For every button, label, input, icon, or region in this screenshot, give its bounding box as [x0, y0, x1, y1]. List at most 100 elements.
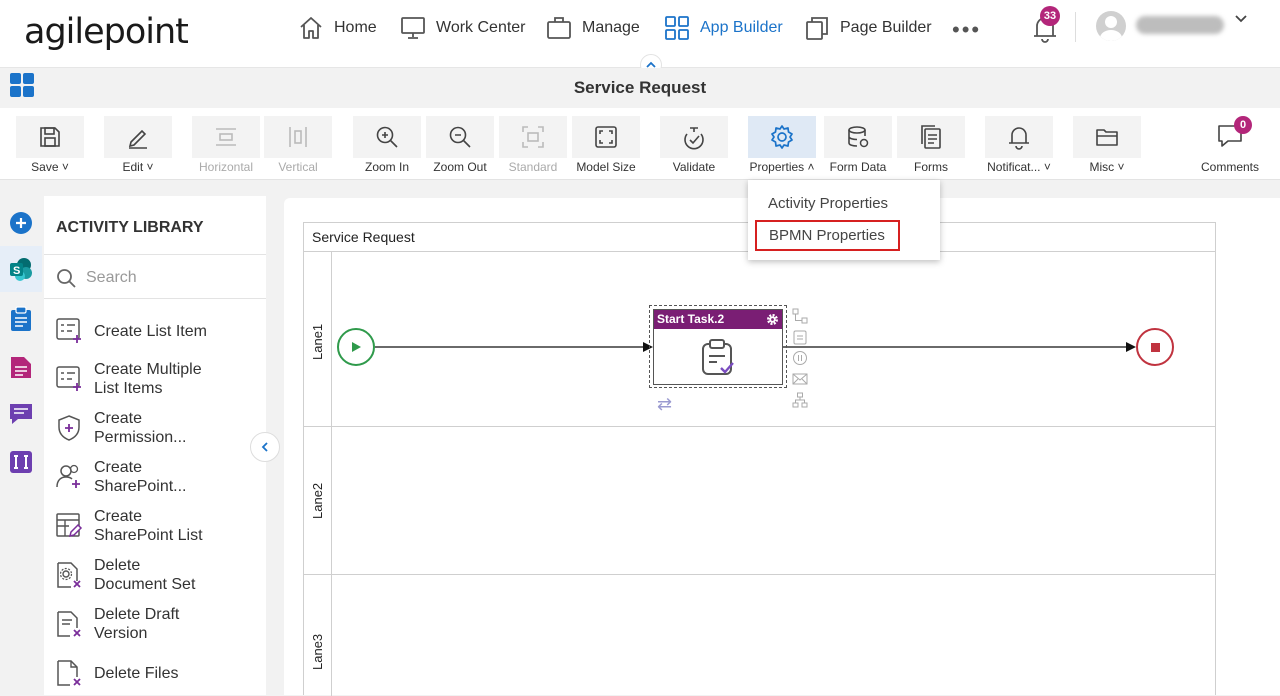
properties-dropdown-menu: Activity Properties BPMN Properties: [748, 180, 940, 260]
menu-item-bpmn-properties[interactable]: BPMN Properties: [755, 220, 900, 251]
bpmn-pool[interactable]: Service Request Lane1 Lane2 Lane3: [303, 222, 1216, 696]
zoom-out-button[interactable]: Zoom Out: [426, 116, 494, 176]
library-item-label: Delete Draft Version: [94, 606, 180, 642]
horizontal-button[interactable]: Horizontal: [192, 116, 260, 176]
notification-count-badge: 33: [1040, 6, 1060, 26]
library-item-label: Delete Files: [94, 664, 179, 682]
chevron-down-icon: ˅: [1043, 160, 1051, 174]
library-item-create-list-item[interactable]: Create List Item: [54, 316, 214, 346]
lane-2[interactable]: Lane2: [304, 427, 1215, 575]
swap-arrows-icon[interactable]: ⇄: [657, 394, 672, 415]
search-icon: [57, 269, 76, 288]
search-input[interactable]: Search: [86, 269, 137, 287]
library-item-delete-document-set[interactable]: Delete Document Set: [54, 556, 214, 594]
start-task-activity[interactable]: Start Task.2: [653, 309, 783, 385]
menu-item-activity-properties[interactable]: Activity Properties: [768, 195, 888, 212]
nav-manage[interactable]: Manage: [546, 14, 640, 42]
edit-button[interactable]: Edit ˅: [104, 116, 172, 176]
briefcase-icon: [547, 17, 571, 39]
vertical-label: Vertical: [278, 160, 318, 174]
model-size-icon: [595, 126, 617, 148]
nav-home[interactable]: Home: [298, 14, 377, 42]
nav-manage-label: Manage: [582, 19, 640, 36]
user-name-redacted[interactable]: [1136, 16, 1224, 34]
model-size-button[interactable]: Model Size: [572, 116, 640, 176]
pause-icon[interactable]: [792, 350, 808, 366]
library-item-create-multiple-list-items[interactable]: Create Multiple List Items: [54, 360, 214, 398]
nav-work-center-label: Work Center: [436, 19, 526, 36]
hierarchy-icon[interactable]: [792, 392, 808, 408]
users-add-icon: [56, 464, 80, 488]
save-label: Save: [31, 160, 59, 174]
gear-icon[interactable]: [766, 313, 779, 326]
lane-3[interactable]: Lane3: [304, 575, 1215, 696]
task-header: Start Task.2: [654, 310, 782, 329]
comments-label: Comments: [1200, 160, 1259, 174]
library-item-create-sharepoint-list[interactable]: Create SharePoint List: [54, 507, 214, 545]
library-item-create-sharepoint[interactable]: Create SharePoint...: [54, 458, 214, 496]
clipboard-icon[interactable]: [8, 306, 34, 332]
mail-icon[interactable]: [792, 371, 808, 387]
user-avatar[interactable]: [1096, 11, 1126, 41]
sharepoint-icon[interactable]: S: [8, 256, 34, 282]
notifications-button[interactable]: Notificat... ˅: [985, 116, 1053, 176]
chat-icon[interactable]: [8, 401, 34, 427]
start-event[interactable]: [337, 328, 375, 366]
zoom-in-button[interactable]: Zoom In: [353, 116, 421, 176]
end-event[interactable]: [1136, 328, 1174, 366]
more-menu-button[interactable]: •••: [952, 17, 981, 43]
nav-app-builder[interactable]: App Builder: [664, 14, 783, 42]
nav-work-center[interactable]: Work Center: [400, 14, 526, 42]
agilepoint-logo[interactable]: agilepoint: [24, 12, 189, 52]
vertical-button[interactable]: Vertical: [264, 116, 332, 176]
document-icon[interactable]: [8, 354, 34, 380]
table-edit-icon: [56, 513, 83, 538]
chevron-left-icon: [261, 442, 268, 452]
grid-icon: [665, 16, 689, 40]
chevron-down-icon: ˅: [61, 160, 69, 174]
library-divider: [44, 254, 266, 255]
forms-button[interactable]: Forms: [897, 116, 965, 176]
top-navigation: agilepoint Home Work Center Manage App B…: [0, 0, 1280, 68]
chevron-down-icon: ˅: [1117, 160, 1125, 174]
list-add-icon: [56, 366, 81, 391]
user-menu-chevron-icon[interactable]: [1234, 12, 1248, 29]
nav-page-builder[interactable]: Page Builder: [804, 14, 932, 42]
properties-button[interactable]: Properties ˄: [748, 116, 816, 176]
doc-gear-delete-icon: [57, 562, 81, 588]
nav-divider: [1075, 12, 1076, 42]
library-search[interactable]: Search: [56, 266, 256, 290]
library-divider: [44, 298, 266, 299]
connector-icon[interactable]: [792, 308, 808, 324]
task-clipboard-icon: [702, 338, 734, 375]
library-item-label: Delete Document Set: [94, 557, 196, 593]
file-delete-icon: [57, 660, 81, 686]
zoom-out-icon: [449, 126, 471, 148]
form-data-button[interactable]: Form Data: [824, 116, 892, 176]
lane-header: Lane3: [304, 575, 332, 696]
activity-library-panel: ACTIVITY LIBRARY Search Create List Item…: [44, 196, 266, 695]
library-item-delete-files[interactable]: Delete Files: [54, 658, 214, 688]
page-title: Service Request: [573, 78, 707, 97]
standard-button[interactable]: Standard: [499, 116, 567, 176]
pages-icon: [806, 17, 828, 40]
library-item-create-permission[interactable]: Create Permission...: [54, 409, 214, 447]
library-item-delete-draft-version[interactable]: Delete Draft Version: [54, 605, 214, 643]
clipboard-icon[interactable]: [792, 329, 808, 345]
validate-button[interactable]: Validate: [660, 116, 728, 176]
lane-header: Lane1: [304, 252, 332, 426]
stop-icon: [1150, 342, 1160, 352]
comments-button[interactable]: 0 Comments: [1196, 116, 1266, 176]
play-icon: [352, 342, 361, 352]
save-icon: [40, 127, 60, 147]
lane-label: Lane3: [310, 633, 325, 670]
misc-button[interactable]: Misc ˅: [1073, 116, 1141, 176]
add-circle-icon[interactable]: [8, 210, 34, 236]
misc-label: Misc: [1089, 160, 1115, 174]
task-title: Start Task.2: [657, 312, 725, 326]
comments-count-badge: 0: [1234, 116, 1252, 134]
integration-icon[interactable]: [8, 449, 34, 475]
collapse-library-button[interactable]: [250, 432, 280, 462]
save-button[interactable]: Save ˅: [16, 116, 84, 176]
designer-toolbar: Save ˅ Edit ˅ Horizontal Vertical Zoom I…: [0, 108, 1280, 180]
